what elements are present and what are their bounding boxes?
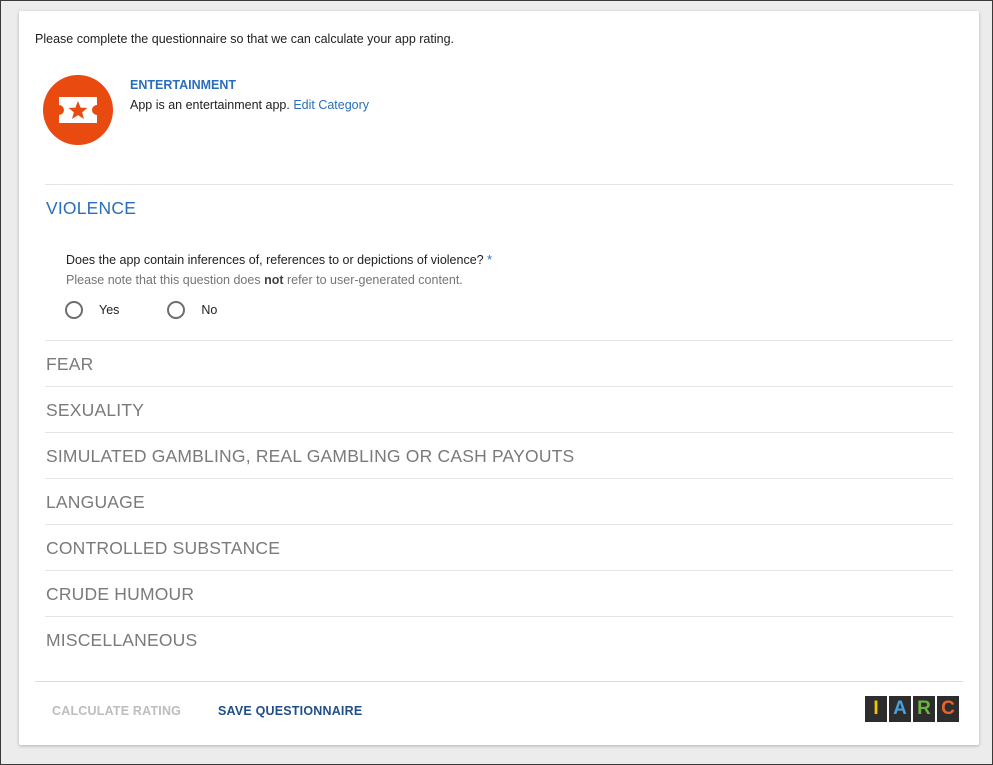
questionnaire-card: Please complete the questionnaire so tha…	[19, 11, 979, 745]
violence-question: Does the app contain inferences of, refe…	[66, 253, 492, 267]
note-suffix: refer to user-generated content.	[283, 273, 463, 287]
radio-yes[interactable]	[65, 301, 83, 319]
question-note: Please note that this question does not …	[66, 273, 463, 287]
required-marker: *	[487, 253, 492, 267]
divider	[45, 616, 953, 617]
radio-option-yes[interactable]: Yes	[65, 301, 119, 319]
ticket-star-icon	[43, 75, 113, 145]
iarc-letter-i: I	[865, 696, 887, 722]
category-title: ENTERTAINMENT	[130, 78, 237, 92]
section-miscellaneous[interactable]: MISCELLANEOUS	[46, 630, 197, 651]
footer-divider	[35, 681, 963, 682]
section-violence-title[interactable]: VIOLENCE	[46, 198, 136, 219]
calculate-rating-button[interactable]: CALCULATE RATING	[52, 704, 181, 718]
divider	[45, 570, 953, 571]
section-sexuality[interactable]: SEXUALITY	[46, 400, 144, 421]
section-controlled-substance[interactable]: CONTROLLED SUBSTANCE	[46, 538, 280, 559]
divider	[45, 432, 953, 433]
divider	[45, 184, 953, 185]
radio-yes-label: Yes	[99, 303, 120, 317]
question-text: Does the app contain inferences of, refe…	[66, 253, 484, 267]
iarc-letter-a: A	[889, 696, 911, 722]
divider	[45, 524, 953, 525]
iarc-letter-c: C	[937, 696, 959, 722]
divider	[45, 478, 953, 479]
iarc-letter-r: R	[913, 696, 935, 722]
iarc-logo: I A R C	[863, 696, 959, 722]
save-questionnaire-button[interactable]: SAVE QUESTIONNAIRE	[218, 704, 362, 718]
divider	[45, 340, 953, 341]
section-crude-humour[interactable]: CRUDE HUMOUR	[46, 584, 194, 605]
category-description: App is an entertainment app. Edit Catego…	[130, 98, 369, 112]
violence-radio-group: Yes No	[65, 301, 265, 319]
radio-no-label: No	[201, 303, 218, 317]
category-description-text: App is an entertainment app.	[130, 98, 290, 112]
section-language[interactable]: LANGUAGE	[46, 492, 145, 513]
radio-no[interactable]	[167, 301, 186, 319]
section-fear[interactable]: FEAR	[46, 354, 93, 375]
intro-text: Please complete the questionnaire so tha…	[35, 32, 455, 46]
radio-option-no[interactable]: No	[167, 301, 217, 319]
section-gambling[interactable]: SIMULATED GAMBLING, REAL GAMBLING OR CAS…	[46, 446, 574, 467]
note-prefix: Please note that this question does	[66, 273, 265, 287]
note-bold: not	[264, 273, 284, 287]
edit-category-link[interactable]: Edit Category	[293, 98, 369, 112]
divider	[45, 386, 953, 387]
